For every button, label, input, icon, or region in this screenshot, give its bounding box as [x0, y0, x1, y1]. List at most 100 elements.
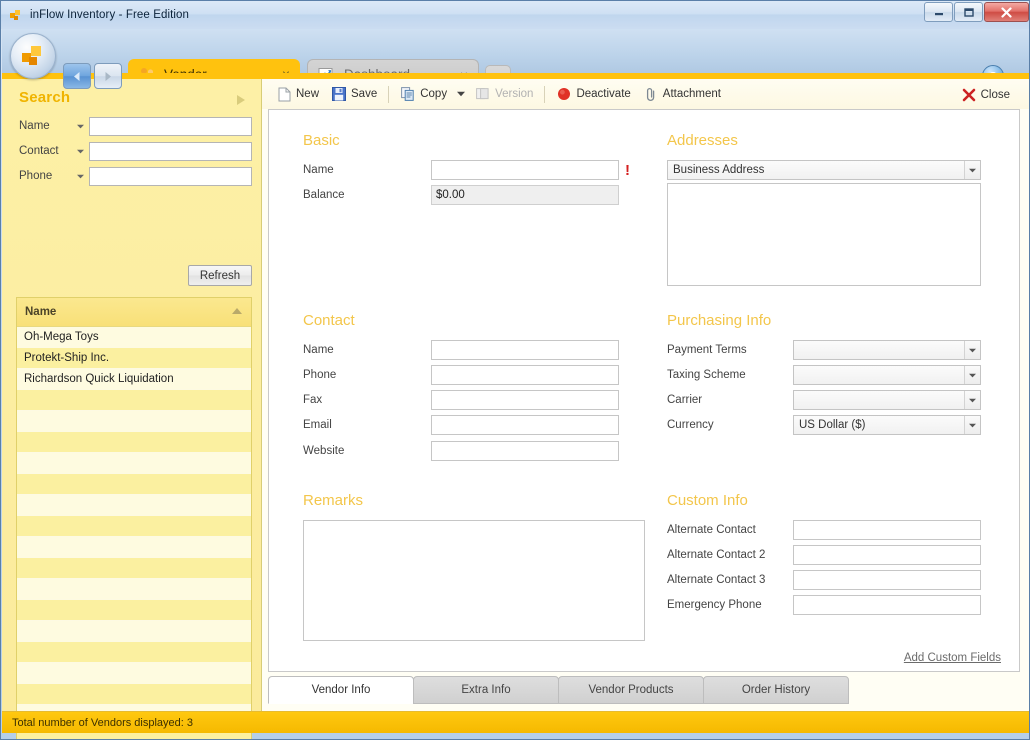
grid-row[interactable] — [17, 684, 251, 705]
contact-website-input[interactable] — [431, 441, 619, 461]
search-field-name-label: Name — [19, 120, 50, 132]
search-field-phone-row: Phone — [19, 165, 252, 187]
purchasing-payment-terms-row: Payment Terms — [667, 340, 981, 360]
sort-ascending-icon[interactable] — [231, 306, 243, 318]
emergency-phone-input[interactable] — [793, 595, 981, 615]
taxing-scheme-dropdown-icon[interactable] — [964, 366, 980, 384]
carrier-dropdown-icon[interactable] — [964, 391, 980, 409]
grid-row[interactable] — [17, 558, 251, 579]
version-icon — [475, 86, 491, 102]
grid-row[interactable] — [17, 600, 251, 621]
nav-forward-button[interactable] — [94, 63, 122, 89]
add-custom-fields-link[interactable]: Add Custom Fields — [904, 652, 1001, 664]
grid-row[interactable] — [17, 663, 251, 684]
tab-vendor-products[interactable]: Vendor Products — [558, 676, 704, 704]
inflow-orb-icon[interactable] — [10, 33, 56, 79]
address-type-select[interactable]: Business Address — [667, 160, 981, 180]
grid-row[interactable] — [17, 474, 251, 495]
alternate-contact-label: Alternate Contact — [667, 524, 756, 536]
address-type-dropdown-icon[interactable] — [964, 161, 980, 179]
section-title-contact: Contact — [303, 312, 355, 329]
grid-row[interactable] — [17, 621, 251, 642]
maximize-button[interactable] — [954, 2, 983, 22]
search-phone-input[interactable] — [89, 166, 252, 186]
grid-row[interactable] — [17, 537, 251, 558]
tab-vendor-info[interactable]: Vendor Info — [268, 676, 414, 704]
currency-dropdown-icon[interactable] — [964, 416, 980, 434]
contact-phone-input[interactable] — [431, 365, 619, 385]
close-form-button[interactable]: Close — [955, 85, 1016, 105]
new-button-label: New — [296, 88, 320, 100]
custom-alt-contact-2-row: Alternate Contact 2 — [667, 545, 981, 565]
copy-button-label: Copy — [420, 88, 448, 100]
search-phone-dropdown-icon[interactable] — [71, 174, 89, 179]
contact-email-input[interactable] — [431, 415, 619, 435]
refresh-button[interactable]: Refresh — [188, 265, 252, 286]
contact-website-label: Website — [303, 445, 345, 457]
grid-row[interactable] — [17, 411, 251, 432]
grid-row[interactable] — [17, 432, 251, 453]
grid-row[interactable]: Richardson Quick Liquidation — [17, 369, 251, 390]
save-button[interactable]: Save — [325, 84, 383, 104]
status-bar: Total number of Vendors displayed: 3 — [2, 711, 1029, 733]
payment-terms-select[interactable] — [793, 340, 981, 360]
tab-extra-info[interactable]: Extra Info — [413, 676, 559, 704]
tab-order-history[interactable]: Order History — [703, 676, 849, 704]
contact-name-input[interactable] — [431, 340, 619, 360]
address-textarea[interactable] — [667, 183, 981, 286]
carrier-select[interactable] — [793, 390, 981, 410]
grid-row[interactable] — [17, 453, 251, 474]
alternate-contact-3-input[interactable] — [793, 570, 981, 590]
grid-row[interactable] — [17, 579, 251, 600]
copy-dropdown-icon[interactable] — [453, 89, 469, 99]
deactivate-button-label: Deactivate — [576, 88, 631, 100]
contact-name-label: Name — [303, 344, 334, 356]
minimize-button[interactable] — [924, 2, 953, 22]
grid-row[interactable]: Protekt-Ship Inc. — [17, 348, 251, 369]
new-button[interactable]: New — [270, 84, 325, 104]
close-window-button[interactable] — [984, 2, 1029, 22]
taxing-scheme-select[interactable] — [793, 365, 981, 385]
alternate-contact-2-input[interactable] — [793, 545, 981, 565]
contact-fax-input[interactable] — [431, 390, 619, 410]
close-x-icon — [961, 87, 977, 103]
window-controls — [923, 2, 1029, 22]
search-contact-dropdown-icon[interactable] — [71, 149, 89, 154]
play-arrow-icon[interactable] — [235, 93, 247, 111]
basic-name-label: Name — [303, 164, 334, 176]
save-disk-icon — [331, 86, 347, 102]
payment-terms-dropdown-icon[interactable] — [964, 341, 980, 359]
contact-phone-row: Phone — [303, 365, 619, 385]
toolbar-separator-1 — [388, 85, 390, 103]
basic-name-input[interactable] — [431, 160, 619, 180]
alternate-contact-input[interactable] — [793, 520, 981, 540]
search-name-dropdown-icon[interactable] — [71, 124, 89, 129]
search-contact-input[interactable] — [89, 141, 252, 161]
close-form-label: Close — [980, 89, 1010, 101]
grid-row[interactable] — [17, 390, 251, 411]
deactivate-circle-icon — [556, 86, 572, 102]
grid-row[interactable] — [17, 516, 251, 537]
basic-balance-row: Balance $0.00 — [303, 185, 619, 205]
alternate-contact-3-label: Alternate Contact 3 — [667, 574, 766, 586]
contact-email-label: Email — [303, 419, 332, 431]
deactivate-button[interactable]: Deactivate — [550, 84, 636, 104]
grid-column-name-header: Name — [25, 306, 57, 318]
purchasing-taxing-scheme-row: Taxing Scheme — [667, 365, 981, 385]
vendor-list-grid[interactable]: Name Oh-Mega Toys Protekt-Ship Inc. Richar… — [16, 297, 252, 739]
grid-row-container: Oh-Mega Toys Protekt-Ship Inc. Richardson … — [17, 327, 251, 739]
remarks-textarea[interactable] — [303, 520, 645, 641]
version-button[interactable]: Version — [469, 84, 539, 104]
alternate-contact-2-label: Alternate Contact 2 — [667, 549, 766, 561]
grid-header[interactable]: Name — [17, 298, 251, 327]
search-field-contact-row: Contact — [19, 140, 252, 162]
search-name-input[interactable] — [89, 116, 252, 136]
address-type-selected-value: Business Address — [673, 164, 765, 176]
attachment-button[interactable]: Attachment — [637, 84, 727, 104]
copy-button[interactable]: Copy — [394, 84, 453, 104]
nav-back-button[interactable] — [63, 63, 91, 89]
grid-row[interactable] — [17, 495, 251, 516]
currency-select[interactable]: US Dollar ($) — [793, 415, 981, 435]
grid-row[interactable]: Oh-Mega Toys — [17, 327, 251, 348]
grid-row[interactable] — [17, 642, 251, 663]
